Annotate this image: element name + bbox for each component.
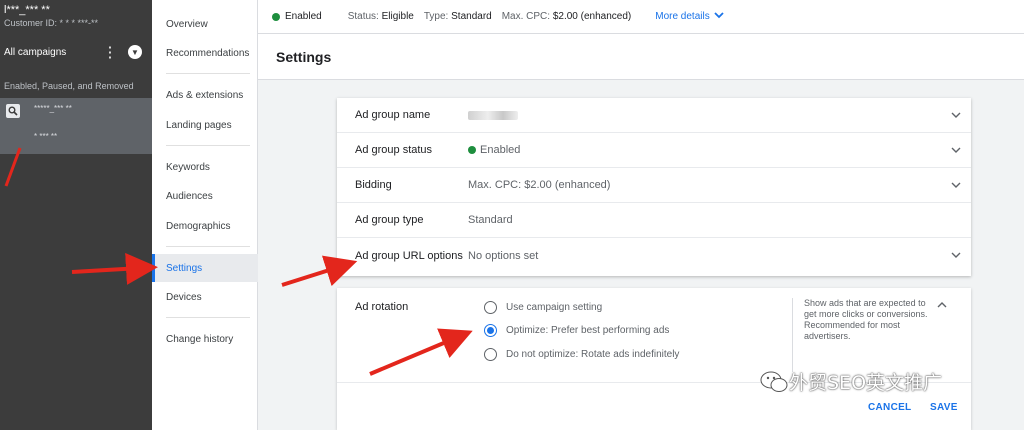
selected-adgroup-name[interactable]: * *** ** [34, 132, 152, 141]
more-vert-icon[interactable]: ⋮ [100, 45, 120, 60]
radio-unchecked-icon[interactable] [484, 301, 497, 314]
radio-optimize[interactable]: Optimize: Prefer best performing ads [484, 324, 669, 337]
more-details-link[interactable]: More details [655, 11, 709, 22]
chevron-down-icon[interactable] [941, 180, 971, 191]
redacted-name [468, 110, 518, 120]
radio-label: Optimize: Prefer best performing ads [506, 325, 670, 336]
radio-use-campaign-setting[interactable]: Use campaign setting [484, 301, 602, 314]
setting-row-ad-group-name[interactable]: Ad group name [337, 98, 971, 133]
watermark-text: 外贸SEO英文推广 [789, 372, 943, 394]
nav-landing-pages[interactable]: Landing pages [152, 111, 258, 139]
nav-ads-extensions[interactable]: Ads & extensions [152, 81, 258, 109]
account-header[interactable]: l***_*** ** Customer ID: * * * ***-** [0, 0, 152, 34]
account-sidebar: l***_*** ** Customer ID: * * * ***-** Al… [0, 0, 152, 430]
setting-label: Ad group name [355, 109, 431, 121]
setting-label: Bidding [355, 179, 392, 191]
setting-label: Ad group status [355, 144, 433, 156]
cpc-label: Max. CPC: [501, 11, 551, 22]
watermark: 外贸SEO英文推广 [759, 368, 942, 395]
ad-rotation-label: Ad rotation [355, 301, 409, 313]
status-value: Eligible [381, 11, 414, 22]
status-meta: Status: Eligible [348, 11, 414, 22]
all-campaigns-row[interactable]: All campaigns ⋮ ▼ [0, 38, 152, 66]
nav-divider [166, 317, 250, 318]
setting-value: Standard [468, 214, 513, 226]
wechat-logo-icon [760, 371, 788, 392]
cpc-value: $2.00 (enhanced) [552, 11, 632, 22]
selected-campaign-block[interactable]: *****_*** ** * *** ** [0, 98, 152, 154]
chevron-down-icon[interactable] [941, 110, 971, 121]
account-name: l***_*** ** [4, 4, 50, 16]
radio-checked-icon[interactable] [484, 324, 497, 337]
ad-rotation-help-text: Show ads that are expected to get more c… [792, 298, 930, 372]
status-dot-icon [468, 146, 476, 154]
all-campaigns-label: All campaigns [4, 46, 67, 58]
nav-audiences[interactable]: Audiences [152, 182, 258, 210]
nav-demographics[interactable]: Demographics [152, 212, 258, 240]
setting-value-text: Enabled [480, 144, 521, 156]
cancel-button[interactable]: CANCEL [868, 402, 911, 413]
nav-devices[interactable]: Devices [152, 283, 258, 311]
type-value: Standard [451, 11, 492, 22]
ad-rotation-panel: Ad rotation Use campaign setting Optimiz… [337, 288, 971, 430]
section-nav: Overview Recommendations Ads & extension… [152, 0, 258, 430]
page-title: Settings [258, 34, 1024, 80]
enabled-status-dot [272, 12, 280, 21]
setting-value [468, 110, 941, 120]
setting-row-bidding[interactable]: Bidding Max. CPC: $2.00 (enhanced) [337, 168, 971, 203]
nav-change-history[interactable]: Change history [152, 325, 258, 353]
cpc-meta: Max. CPC: $2.00 (enhanced) [502, 11, 632, 22]
nav-recommendations[interactable]: Recommendations [152, 39, 258, 67]
setting-row-url-options[interactable]: Ad group URL options No options set [337, 238, 971, 273]
enabled-status[interactable]: Enabled [285, 11, 322, 22]
nav-divider [166, 145, 250, 146]
setting-value: Enabled [468, 144, 941, 156]
chevron-up-icon[interactable] [937, 300, 947, 311]
type-meta: Type: Standard [424, 11, 492, 22]
radio-do-not-optimize[interactable]: Do not optimize: Rotate ads indefinitely [484, 348, 679, 361]
expand-more-icon[interactable] [714, 11, 724, 22]
ad-group-status-bar: Enabled Status: Eligible Type: Standard … [258, 0, 1024, 34]
chevron-down-icon[interactable]: ▼ [128, 45, 142, 59]
setting-row-ad-group-type: Ad group type Standard [337, 203, 971, 238]
status-label: Status: [347, 11, 379, 22]
nav-overview[interactable]: Overview [152, 10, 258, 38]
setting-label: Ad group URL options [355, 249, 463, 262]
nav-divider [166, 246, 250, 247]
chevron-down-icon[interactable] [941, 250, 971, 261]
selected-campaign-name: *****_*** ** [34, 103, 72, 113]
nav-settings[interactable]: Settings [152, 254, 258, 282]
chevron-down-icon[interactable] [941, 145, 971, 156]
setting-value: Max. CPC: $2.00 (enhanced) [468, 179, 611, 191]
setting-value: No options set [468, 249, 539, 262]
type-label: Type: [423, 11, 449, 22]
nav-divider [166, 73, 250, 74]
campaign-filter-label[interactable]: Enabled, Paused, and Removed [4, 81, 134, 91]
setting-label: Ad group type [355, 214, 424, 226]
setting-row-ad-group-status[interactable]: Ad group status Enabled [337, 133, 971, 168]
radio-label: Use campaign setting [506, 302, 603, 313]
nav-keywords[interactable]: Keywords [152, 153, 258, 181]
save-button[interactable]: SAVE [930, 402, 958, 413]
radio-unchecked-icon[interactable] [484, 348, 497, 361]
arrow-to-url-options [281, 255, 358, 287]
settings-card: Ad group name Ad group status Enabled Bi… [337, 98, 971, 276]
radio-label: Do not optimize: Rotate ads indefinitely [506, 349, 680, 360]
search-campaign-icon [6, 104, 20, 118]
customer-id: Customer ID: * * * ***-** [4, 18, 99, 28]
